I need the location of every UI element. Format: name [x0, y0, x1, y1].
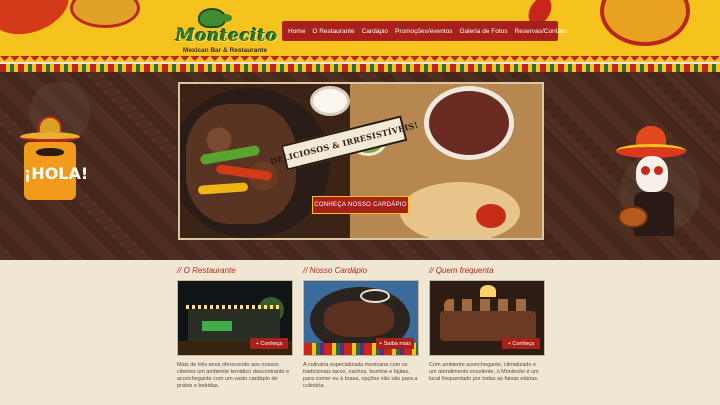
decor-circle-right [600, 0, 690, 46]
column-heading[interactable]: // Nosso Cardápio [303, 266, 419, 278]
column-restaurante: // O Restaurante + Conheça Mais de três … [177, 266, 293, 390]
content-section: // O Restaurante + Conheça Mais de três … [0, 260, 720, 405]
hola-face: ¡HOLA! [24, 142, 89, 200]
menu-cta-button[interactable]: CONHEÇA NOSSO CARDÁPIO [312, 196, 409, 214]
lamp [480, 285, 496, 297]
column-text: Mais de três anos oferecendo aos nossos … [177, 362, 290, 389]
column-heading[interactable]: // Quem frequenta [429, 266, 545, 278]
saiba-mais-button[interactable]: + Saiba mais [376, 338, 414, 349]
hero-food-image [178, 82, 544, 240]
salsa-bowl [476, 204, 506, 228]
nav-item-galeria[interactable]: Galeria de Fotos [459, 28, 507, 35]
gecko-icon [198, 8, 232, 28]
column-cardapio: // Nosso Cardápio + Saiba mais A culinár… [303, 266, 419, 390]
neon-sign [202, 321, 232, 331]
column-text: A culinária especializada mexicana com o… [303, 362, 418, 389]
mustache-icon [36, 148, 64, 156]
beans-bowl [424, 86, 514, 160]
sour-cream-bowl [310, 86, 350, 116]
skull-eye-right [654, 166, 663, 175]
conheca-button[interactable]: + Conheça [250, 338, 288, 349]
site-header: Montecito Mexican Bar & Restaurante Home… [0, 0, 720, 62]
main-nav: Home O Restaurante Cardápio Promoções/ev… [282, 21, 567, 41]
hola-text: ¡HOLA! [24, 164, 89, 183]
dining-table [440, 311, 536, 341]
hero-section: ¡HOLA! DELICIOSOS & IRRESISTÍVEIS! CONHE… [0, 72, 720, 260]
nav-item-home[interactable]: Home [288, 28, 305, 35]
nav-item-reservas[interactable]: Reservas/Contato [515, 28, 567, 35]
sombrero-brim-icon [20, 132, 80, 142]
header-pattern-stripe [0, 64, 720, 72]
string-lights [186, 305, 282, 309]
onion-rings [360, 289, 390, 303]
column-quem-frequenta: // Quem frequenta + Conheça Com ambiente… [429, 266, 545, 383]
skull-eye-left [641, 166, 650, 175]
decor-pepper-left [0, 0, 77, 45]
restaurant-photo[interactable]: + Conheça [177, 280, 293, 356]
logo-name: Montecito [176, 26, 278, 46]
column-text: Com ambiente aconchegante, climatizado e… [429, 362, 539, 382]
cardapio-photo[interactable]: + Saiba mais [303, 280, 419, 356]
skull-icon [636, 156, 668, 192]
nav-item-promocoes[interactable]: Promoções/eventos [395, 28, 452, 35]
steak [324, 301, 394, 337]
nav-item-cardapio[interactable]: Cardápio [362, 28, 388, 35]
site-logo[interactable]: Montecito Mexican Bar & Restaurante [174, 6, 278, 56]
mariachi-skull-graphic [616, 126, 706, 260]
logo-tagline: Mexican Bar & Restaurante [182, 47, 268, 54]
conheca-button[interactable]: + Conheça [502, 338, 540, 349]
nav-item-o-restaurante[interactable]: O Restaurante [312, 28, 354, 35]
column-heading[interactable]: // O Restaurante [177, 266, 293, 278]
decor-sombrero-left [70, 0, 140, 28]
guitar-icon [618, 206, 648, 228]
hola-sombrero-graphic: ¡HOLA! [20, 116, 89, 206]
frequenta-photo[interactable]: + Conheça [429, 280, 545, 356]
